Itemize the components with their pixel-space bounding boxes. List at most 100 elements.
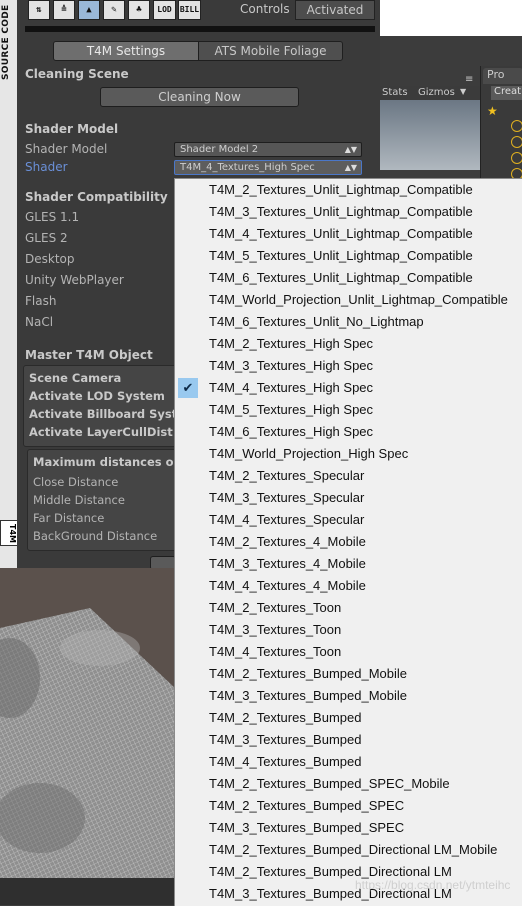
dropdown-item-label: T4M_5_Textures_Unlit_Lightmap_Compatible xyxy=(209,248,473,263)
dropdown-item-label: T4M_5_Textures_High Spec xyxy=(209,402,374,417)
dropdown-item[interactable]: T4M_4_Textures_Unlit_Lightmap_Compatible xyxy=(175,223,522,245)
paint-icon[interactable]: ⇅ xyxy=(28,0,50,20)
tab-ats-mobile-foliage[interactable]: ATS Mobile Foliage xyxy=(198,41,343,61)
popup-arrow-icon: ▲▼ xyxy=(344,163,357,172)
shader-value: T4M_4_Textures_High Spec xyxy=(180,162,315,173)
shader-popup[interactable]: T4M_4_Textures_High Spec ▲▼ xyxy=(174,160,362,175)
popup-arrow-icon: ▲▼ xyxy=(344,145,357,154)
dropdown-item[interactable]: T4M_3_Textures_Unlit_Lightmap_Compatible xyxy=(175,201,522,223)
dropdown-item[interactable]: T4M_2_Textures_High Spec xyxy=(175,333,522,355)
dropdown-item[interactable]: T4M_4_Textures_Toon xyxy=(175,641,522,663)
tree-icon[interactable]: ♣ xyxy=(128,0,150,20)
compat-gles11: GLES 1.1 xyxy=(25,210,80,224)
dropdown-item-label: T4M_World_Projection_High Spec xyxy=(209,446,409,461)
dropdown-item-label: T4M_2_Textures_High Spec xyxy=(209,336,374,351)
dropdown-item[interactable]: T4M_2_Textures_Bumped_SPEC_Mobile xyxy=(175,773,522,795)
shader-model-popup[interactable]: Shader Model 2 ▲▼ xyxy=(174,142,362,157)
dropdown-item[interactable]: T4M_6_Textures_High Spec xyxy=(175,421,522,443)
dropdown-item-label: T4M_World_Projection_Unlit_Lightmap_Comp… xyxy=(209,292,508,307)
dropdown-item[interactable]: T4M_3_Textures_Bumped_Mobile xyxy=(175,685,522,707)
dropdown-item[interactable]: T4M_World_Projection_Unlit_Lightmap_Comp… xyxy=(175,289,522,311)
activate-lod-label[interactable]: Activate LOD System xyxy=(29,389,165,403)
dropdown-item[interactable]: T4M_2_Textures_4_Mobile xyxy=(175,531,522,553)
dropdown-item-label: T4M_2_Textures_Bumped xyxy=(209,710,362,725)
terrain-mesh xyxy=(0,608,175,905)
lod-icon[interactable]: LOD xyxy=(153,0,176,20)
dropdown-item-label: T4M_2_Textures_Bumped_Directional LM_Mob… xyxy=(209,842,498,857)
close-distance-label: Close Distance xyxy=(33,475,119,489)
dropdown-item[interactable]: T4M_2_Textures_Bumped_SPEC xyxy=(175,795,522,817)
stats-button[interactable]: Stats xyxy=(382,87,408,98)
dropdown-item[interactable]: T4M_2_Textures_Toon xyxy=(175,597,522,619)
shader-label: Shader xyxy=(25,160,68,174)
dropdown-item-label: T4M_6_Textures_Unlit_No_Lightmap xyxy=(209,314,424,329)
dropdown-item-label: T4M_2_Textures_Bumped_SPEC_Mobile xyxy=(209,776,450,791)
source-code-label: SOURCE CODE xyxy=(1,4,11,80)
bottom-strip xyxy=(0,878,175,905)
dropdown-item[interactable]: T4M_2_Textures_Specular xyxy=(175,465,522,487)
menu-icon[interactable]: ≡ xyxy=(465,74,473,85)
dropdown-item[interactable]: T4M_4_Textures_4_Mobile xyxy=(175,575,522,597)
dropdown-item[interactable]: T4M_3_Textures_Toon xyxy=(175,619,522,641)
tab-t4m-settings[interactable]: T4M Settings xyxy=(53,41,199,61)
dropdown-item[interactable]: T4M_3_Textures_4_Mobile xyxy=(175,553,522,575)
watermark: https://blog.csdn.net/ytmteihc xyxy=(355,878,511,892)
gizmos-button[interactable]: Gizmos xyxy=(418,87,455,98)
scene-sky xyxy=(380,100,480,170)
dropdown-item[interactable]: T4M_3_Textures_High Spec xyxy=(175,355,522,377)
compat-header: Shader Compatibility xyxy=(25,190,168,204)
dropdown-item[interactable]: T4M_4_Textures_Specular xyxy=(175,509,522,531)
search-circle-icon[interactable] xyxy=(511,136,522,148)
dropdown-item[interactable]: T4M_3_Textures_Bumped_SPEC xyxy=(175,817,522,839)
dropdown-item-label: T4M_4_Textures_Toon xyxy=(209,644,342,659)
dropdown-item-label: T4M_3_Textures_Bumped_SPEC xyxy=(209,820,405,835)
dropdown-arrow-icon[interactable]: ▼ xyxy=(460,87,466,96)
dropdown-item[interactable]: T4M_World_Projection_High Spec xyxy=(175,443,522,465)
dropdown-item[interactable]: T4M_3_Textures_Bumped xyxy=(175,729,522,751)
dropdown-item-label: T4M_3_Textures_High Spec xyxy=(209,358,374,373)
middle-distance-label: Middle Distance xyxy=(33,493,125,507)
search-circle-icon[interactable] xyxy=(511,152,522,164)
far-distance-label: Far Distance xyxy=(33,511,105,525)
dropdown-item[interactable]: ✔ T4M_4_Textures_High Spec xyxy=(175,377,522,399)
dropdown-item-label: T4M_3_Textures_Bumped xyxy=(209,732,362,747)
compat-gles2: GLES 2 xyxy=(25,231,68,245)
compat-desktop: Desktop xyxy=(25,252,75,266)
dropdown-item[interactable]: T4M_5_Textures_Unlit_Lightmap_Compatible xyxy=(175,245,522,267)
pencil-icon[interactable]: ✎ xyxy=(103,0,125,20)
scene-view[interactable] xyxy=(0,568,175,905)
dropdown-item-label: T4M_3_Textures_4_Mobile xyxy=(209,556,366,571)
dropdown-item[interactable]: T4M_2_Textures_Unlit_Lightmap_Compatible xyxy=(175,179,522,201)
dropdown-item-label: T4M_3_Textures_Bumped_Mobile xyxy=(209,688,407,703)
checkmark-icon: ✔ xyxy=(178,378,198,398)
dropdown-item[interactable]: T4M_3_Textures_Specular xyxy=(175,487,522,509)
editor-background-top xyxy=(380,0,522,36)
bill-icon[interactable]: BILL xyxy=(178,0,201,20)
activate-layercull-label[interactable]: Activate LayerCullDist xyxy=(29,425,173,439)
dropdown-item[interactable]: T4M_2_Textures_Bumped xyxy=(175,707,522,729)
dropdown-item-label: T4M_3_Textures_Specular xyxy=(209,490,365,505)
layers-icon[interactable]: ≙ xyxy=(53,0,75,20)
dropdown-item-label: T4M_4_Textures_Unlit_Lightmap_Compatible xyxy=(209,226,473,241)
dropdown-item[interactable]: T4M_6_Textures_Unlit_No_Lightmap xyxy=(175,311,522,333)
dropdown-item-label: T4M_2_Textures_Bumped_Mobile xyxy=(209,666,407,681)
favorite-star-icon[interactable]: ★ xyxy=(487,104,498,118)
activated-button[interactable]: Activated xyxy=(295,0,375,20)
dropdown-item-label: T4M_4_Textures_Specular xyxy=(209,512,365,527)
cleaning-now-button[interactable]: Cleaning Now xyxy=(100,87,299,107)
background-distance-label: BackGround Distance xyxy=(33,529,158,543)
dropdown-item[interactable]: T4M_2_Textures_Bumped_Mobile xyxy=(175,663,522,685)
dropdown-item[interactable]: T4M_2_Textures_Bumped_Directional LM_Mob… xyxy=(175,839,522,861)
brush-icon[interactable]: ▲ xyxy=(78,0,100,20)
controls-label: Controls xyxy=(240,2,290,16)
hierarchy-panel: Pro Creat ★ xyxy=(480,66,522,186)
create-button[interactable]: Creat xyxy=(491,86,522,100)
search-circle-icon[interactable] xyxy=(511,120,522,132)
dropdown-item[interactable]: T4M_5_Textures_High Spec xyxy=(175,399,522,421)
dropdown-item[interactable]: T4M_6_Textures_Unlit_Lightmap_Compatible xyxy=(175,267,522,289)
master-header: Master T4M Object xyxy=(25,348,153,362)
dropdown-item-label: T4M_6_Textures_High Spec xyxy=(209,424,374,439)
dropdown-item[interactable]: T4M_4_Textures_Bumped xyxy=(175,751,522,773)
activate-billboard-label[interactable]: Activate Billboard Syst xyxy=(29,407,177,421)
tab-project[interactable]: Pro xyxy=(483,68,522,84)
